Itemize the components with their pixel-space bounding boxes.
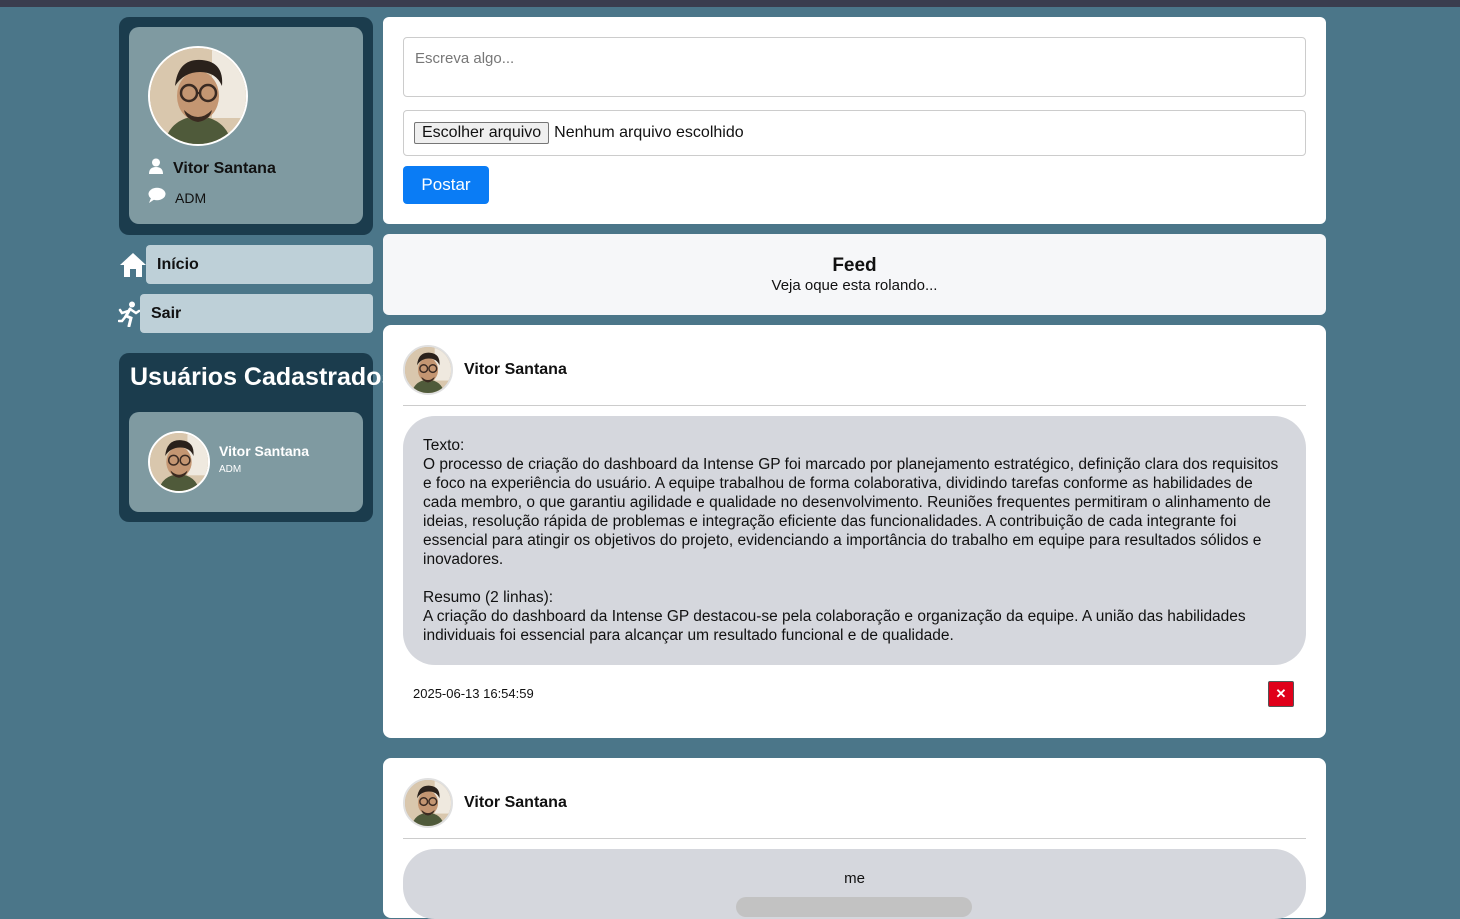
post-image <box>736 897 972 917</box>
feed-title: Feed <box>832 255 877 276</box>
user-card-name: Vitor Santana <box>219 443 309 459</box>
post-body: me <box>403 849 1306 919</box>
post-text-input[interactable] <box>403 37 1306 97</box>
delete-post-button[interactable]: ✕ <box>1268 681 1294 707</box>
nav-button-inicio[interactable]: Início <box>146 245 373 284</box>
feed-subtitle: Veja oque esta rolando... <box>771 277 938 294</box>
profile-name: Vitor Santana <box>173 160 276 177</box>
running-exit-icon <box>118 301 140 327</box>
profile-name-row: Vitor Santana <box>148 158 276 180</box>
profile-role-row: ADM <box>148 187 206 208</box>
profile-card: Vitor Santana ADM <box>129 27 363 224</box>
feed-post: Vitor Santana Texto: O processo de criaç… <box>383 325 1326 738</box>
avatar <box>403 345 453 395</box>
feed-header: Feed Veja oque esta rolando... <box>383 234 1326 315</box>
avatar <box>148 46 248 146</box>
feed-post: Vitor Santana me <box>383 758 1326 919</box>
post-date: 2025-06-13 16:54:59 <box>413 686 534 701</box>
close-icon: ✕ <box>1275 686 1287 701</box>
avatar <box>148 431 210 493</box>
post-text: Texto: O processo de criação do dashboar… <box>423 437 1279 644</box>
avatar <box>403 778 453 828</box>
profile-panel: Vitor Santana ADM <box>119 17 373 235</box>
file-status-text: Nenhum arquivo escolhido <box>554 124 744 141</box>
user-card[interactable]: Vitor Santana ADM <box>129 412 363 512</box>
post-author: Vitor Santana <box>464 361 567 378</box>
profile-role: ADM <box>175 189 207 206</box>
registered-users-panel: Usuários Cadastrados Vitor Santana ADM <box>119 353 395 522</box>
registered-users-title: Usuários Cadastrados <box>130 363 396 391</box>
post-button[interactable]: Postar <box>403 166 489 204</box>
choose-file-button[interactable]: Escolher arquivo <box>414 122 550 144</box>
post-header: Vitor Santana <box>403 778 1306 839</box>
post-composer: Escolher arquivo Nenhum arquivo escolhid… <box>383 17 1326 224</box>
browser-top-bar <box>0 0 1460 7</box>
post-author: Vitor Santana <box>464 794 567 811</box>
post-header: Vitor Santana <box>403 345 1306 406</box>
user-icon <box>148 158 164 180</box>
nav-button-sair[interactable]: Sair <box>140 294 373 333</box>
home-icon <box>119 251 147 279</box>
file-input[interactable]: Escolher arquivo Nenhum arquivo escolhid… <box>403 110 1306 156</box>
user-card-role: ADM <box>219 464 242 475</box>
speech-bubble-icon <box>148 187 166 208</box>
post-text: me <box>844 870 865 887</box>
post-body: Texto: O processo de criação do dashboar… <box>403 416 1306 665</box>
